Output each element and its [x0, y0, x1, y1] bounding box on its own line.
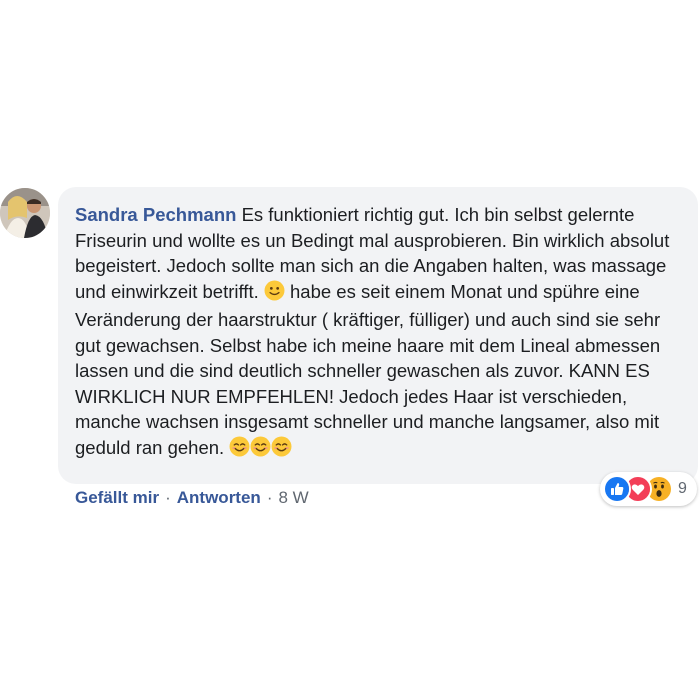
reaction-count: 9	[678, 480, 687, 497]
smiling-face-with-smiling-eyes-icon	[271, 436, 292, 464]
comment-bubble: Sandra Pechmann Es funktioniert richtig …	[58, 187, 698, 484]
separator: ·	[165, 488, 171, 507]
avatar[interactable]	[0, 188, 50, 238]
smiling-face-with-smiling-eyes-icon	[250, 436, 271, 464]
smiling-face-with-smiling-eyes-icon	[229, 436, 250, 464]
reply-button[interactable]: Antworten	[177, 488, 261, 507]
comment-actions: Gefällt mir · Antworten · 8 W	[75, 488, 309, 508]
slightly-smiling-face-icon	[264, 280, 285, 308]
separator: ·	[266, 488, 273, 507]
comment-text-part-2: habe es seit einem Monat und spühre eine…	[75, 280, 661, 458]
like-button[interactable]: Gefällt mir	[75, 488, 159, 507]
comment-text: Sandra Pechmann Es funktioniert richtig …	[75, 202, 680, 463]
comment-author[interactable]: Sandra Pechmann	[75, 204, 236, 225]
reactions-summary[interactable]: 9	[600, 472, 697, 506]
like-reaction-icon	[603, 475, 631, 503]
timestamp[interactable]: 8 W	[278, 488, 308, 507]
